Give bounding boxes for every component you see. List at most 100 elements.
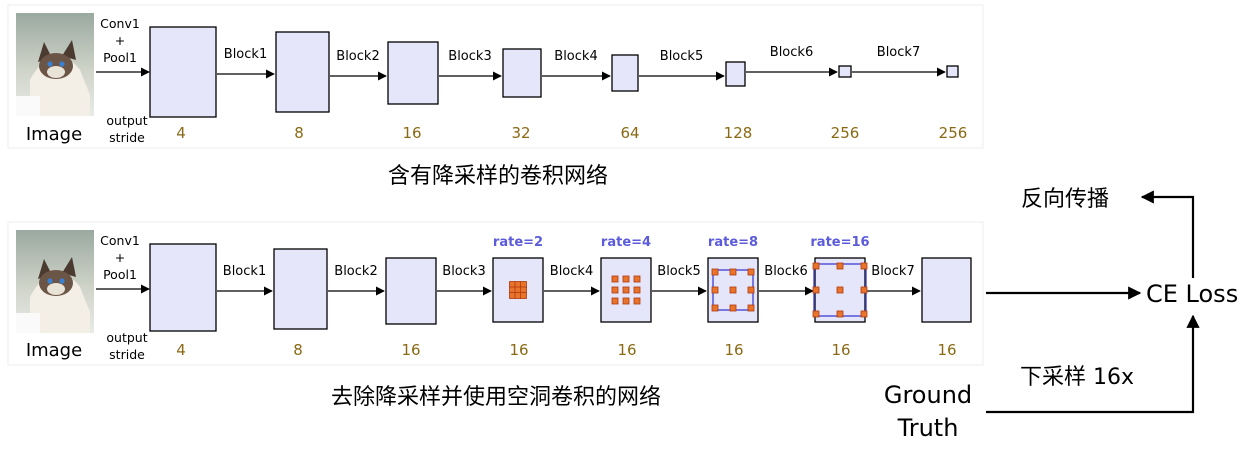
block-label-top-6: Block6 xyxy=(770,45,813,60)
kernel-dot-4-22 xyxy=(860,310,868,318)
kernel-dot-3-00 xyxy=(711,268,719,276)
kernel-dot-1-21 xyxy=(514,292,522,299)
stride-value-bottom-0: 4 xyxy=(176,341,186,359)
block-label-top-2: Block2 xyxy=(336,49,379,64)
feature-block-top-4 xyxy=(611,54,639,92)
output-stride-label-1-bottom: output xyxy=(106,330,147,345)
block-label-top-3: Block3 xyxy=(448,49,491,64)
stride-value-top-1: 8 xyxy=(294,124,304,142)
stride-value-bottom-4: 16 xyxy=(617,341,636,359)
kernel-dot-3-21 xyxy=(729,304,737,312)
image-label-bottom: Image xyxy=(26,340,82,361)
feature-block-bottom-2 xyxy=(385,257,437,325)
stride-value-bottom-6: 16 xyxy=(831,341,850,359)
rate-label-1: rate=2 xyxy=(493,235,543,250)
stride-value-top-7: 256 xyxy=(939,124,968,142)
kernel-dot-2-10 xyxy=(611,286,619,294)
stride-value-bottom-7: 16 xyxy=(937,341,956,359)
kernel-dot-4-10 xyxy=(812,286,820,294)
block-label-top-4: Block4 xyxy=(554,49,597,64)
feature-block-top-7 xyxy=(946,65,959,78)
kernel-dot-3-10 xyxy=(711,286,719,294)
stride-value-top-3: 32 xyxy=(511,124,530,142)
ce-loss-label: CE Loss xyxy=(1146,280,1238,308)
first-op-line3-top: Pool1 xyxy=(103,50,137,65)
stride-value-bottom-2: 16 xyxy=(401,341,420,359)
kernel-dot-3-02 xyxy=(747,268,755,276)
first-op-line2-top: + xyxy=(115,33,125,48)
kernel-dot-2-12 xyxy=(633,286,641,294)
kernel-dot-4-12 xyxy=(860,286,868,294)
kernel-dot-3-22 xyxy=(747,304,755,312)
feature-block-bottom-0 xyxy=(149,243,217,332)
stride-value-top-0: 4 xyxy=(176,124,186,142)
kernel-dot-3-11 xyxy=(729,286,737,294)
output-stride-label-1-top: output xyxy=(106,113,147,128)
block-label-bottom-1: Block1 xyxy=(223,264,266,279)
kernel-dot-1-22 xyxy=(520,292,527,299)
rate-label-2: rate=4 xyxy=(601,235,651,250)
arrow-ground-truth xyxy=(986,314,1200,414)
kernel-dot-4-21 xyxy=(836,310,844,318)
stride-value-top-4: 64 xyxy=(620,124,639,142)
output-stride-label-2-top: stride xyxy=(109,130,145,145)
feature-block-top-0 xyxy=(149,26,217,118)
kernel-dot-3-12 xyxy=(747,286,755,294)
feature-block-top-2 xyxy=(387,41,439,105)
first-op-line1-bottom: Conv1 xyxy=(100,233,140,248)
kernel-dot-4-01 xyxy=(836,262,844,270)
first-op-line1-top: Conv1 xyxy=(100,16,140,31)
rate-label-4: rate=16 xyxy=(810,235,869,250)
block-label-top-5: Block5 xyxy=(660,49,703,64)
diagram-canvas: Image Conv1 + Pool1 output stride Block1… xyxy=(7,4,1238,442)
backprop-label: 反向传播 xyxy=(1021,187,1109,212)
image-label-top: Image xyxy=(26,124,82,145)
downsample-label: 下采样 16x xyxy=(1020,365,1134,390)
stride-value-top-2: 16 xyxy=(402,124,421,142)
block-label-bottom-7: Block7 xyxy=(871,264,914,279)
ground-truth-line2: Truth xyxy=(897,414,959,442)
kernel-dot-1-20 xyxy=(509,292,516,299)
kernel-dot-2-01 xyxy=(622,275,630,283)
kernel-dot-4-20 xyxy=(812,310,820,318)
block-label-top-7: Block7 xyxy=(877,45,920,60)
feature-block-top-5 xyxy=(725,61,746,87)
stride-value-top-6: 256 xyxy=(831,124,860,142)
feature-block-top-3 xyxy=(502,48,542,98)
bottom-network: Image Conv1 + Pool1 output stride Block1… xyxy=(16,230,972,410)
block-label-bottom-2: Block2 xyxy=(334,264,377,279)
feature-block-top-1 xyxy=(275,31,330,113)
input-image-top xyxy=(16,13,94,116)
ground-truth-line1: Ground xyxy=(884,381,972,409)
stride-value-bottom-3: 16 xyxy=(509,341,528,359)
block-label-bottom-3: Block3 xyxy=(442,264,485,279)
kernel-dot-2-11 xyxy=(622,286,630,294)
first-op-line3-bottom: Pool1 xyxy=(103,267,137,282)
output-stride-label-2-bottom: stride xyxy=(109,347,145,362)
caption-bottom: 去除降采样并使用空洞卷积的网络 xyxy=(331,385,661,410)
feature-block-top-6 xyxy=(838,65,852,78)
top-network: Image Conv1 + Pool1 output stride Block1… xyxy=(16,13,967,189)
kernel-dot-2-20 xyxy=(611,297,619,305)
rate-label-3: rate=8 xyxy=(708,235,758,250)
kernel-dot-3-20 xyxy=(711,304,719,312)
arrow-backprop xyxy=(1140,190,1195,278)
kernel-dot-2-02 xyxy=(633,275,641,283)
stride-value-bottom-1: 8 xyxy=(293,341,303,359)
block-label-top-1: Block1 xyxy=(224,47,267,62)
block-label-bottom-5: Block5 xyxy=(657,264,700,279)
feature-block-bottom-1 xyxy=(273,248,328,330)
first-op-line2-bottom: + xyxy=(115,250,125,265)
feature-block-bottom-7 xyxy=(921,257,972,323)
stride-value-top-5: 128 xyxy=(724,124,753,142)
input-image-bottom xyxy=(16,230,94,333)
kernel-dot-2-00 xyxy=(611,275,619,283)
kernel-dot-4-02 xyxy=(860,262,868,270)
caption-top: 含有降采样的卷积网络 xyxy=(388,164,608,189)
kernel-dot-2-22 xyxy=(633,297,641,305)
kernel-dot-3-01 xyxy=(729,268,737,276)
block-label-bottom-6: Block6 xyxy=(764,264,807,279)
kernel-dot-4-00 xyxy=(812,262,820,270)
stride-value-bottom-5: 16 xyxy=(724,341,743,359)
block-label-bottom-4: Block4 xyxy=(550,264,593,279)
